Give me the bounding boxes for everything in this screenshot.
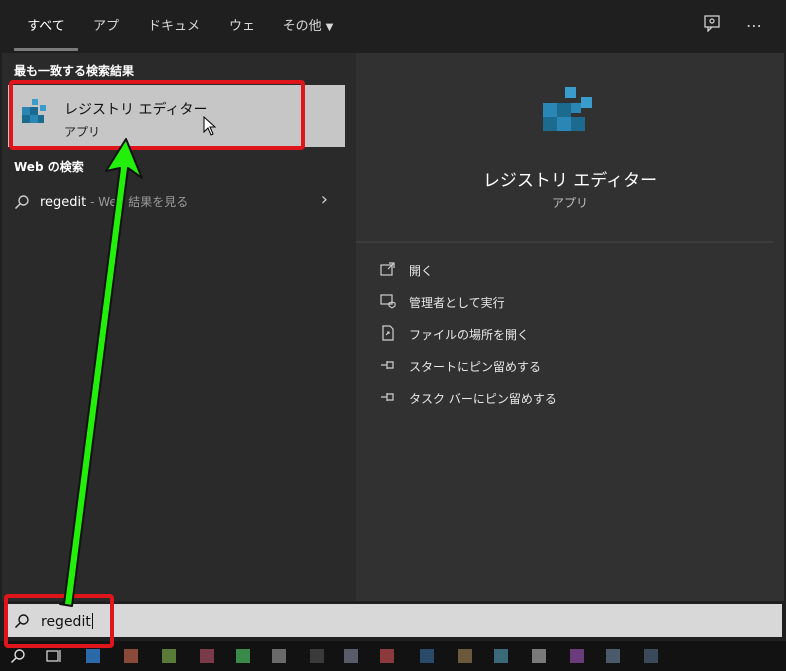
mouse-cursor-icon <box>203 116 217 136</box>
green-arrow-annotation <box>59 138 143 607</box>
